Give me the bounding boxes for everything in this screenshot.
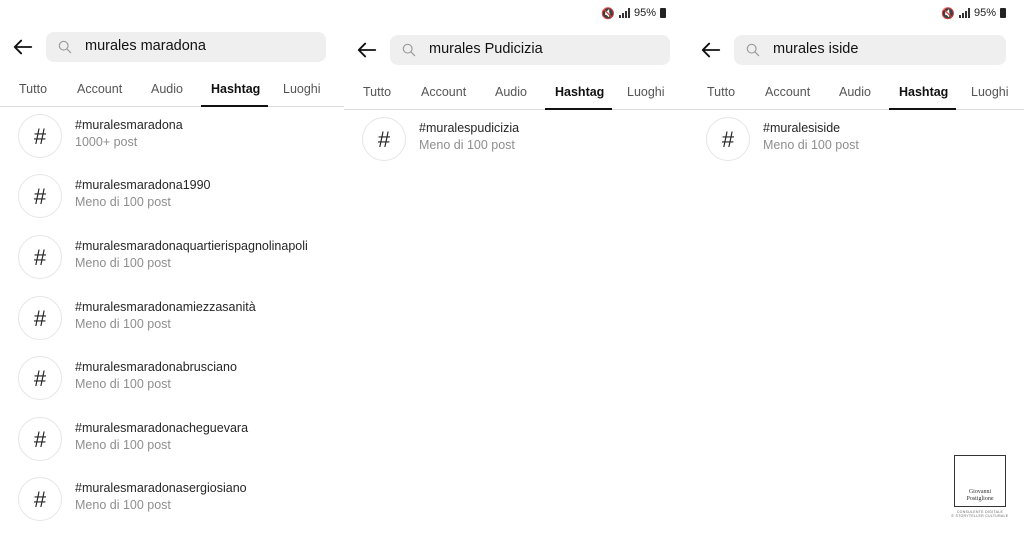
tab-audio[interactable]: Audio xyxy=(839,85,871,99)
post-count: Meno di 100 post xyxy=(75,256,171,270)
search-query: murales maradona xyxy=(85,38,206,54)
status-bar: 🔇 95% xyxy=(601,6,666,20)
tab-audio[interactable]: Audio xyxy=(151,82,183,96)
tab-hashtag[interactable]: Hashtag xyxy=(555,85,604,99)
tab-hashtag[interactable]: Hashtag xyxy=(899,85,948,99)
search-input[interactable]: murales iside xyxy=(734,35,1006,65)
hashtag-name: #muralesmaradonasergiosiano xyxy=(75,481,247,495)
hashtag-icon: # xyxy=(18,417,62,461)
panel-maradona: murales maradona Tutto Account Audio Has… xyxy=(0,0,344,538)
hashtag-result[interactable]: # #muralesmaradonabrusciano Meno di 100 … xyxy=(18,356,334,404)
search-query: murales iside xyxy=(773,41,859,57)
active-tab-indicator xyxy=(201,105,268,107)
hashtag-result[interactable]: # #muralesmaradonacheguevara Meno di 100… xyxy=(18,417,334,465)
post-count: 1000+ post xyxy=(75,135,138,149)
tab-tutto[interactable]: Tutto xyxy=(363,85,391,99)
hashtag-result[interactable]: # #muralesmaradonamiezzasanità Meno di 1… xyxy=(18,296,334,344)
hashtag-name: #muralesmaradona xyxy=(75,118,183,132)
mute-icon: 🔇 xyxy=(601,7,615,20)
battery-icon xyxy=(660,8,666,18)
search-row: murales maradona xyxy=(0,32,344,64)
active-tab-indicator xyxy=(545,108,612,110)
tab-account[interactable]: Account xyxy=(77,82,122,96)
tab-tutto[interactable]: Tutto xyxy=(19,82,47,96)
search-row: murales Pudicizia xyxy=(344,35,688,67)
tab-audio[interactable]: Audio xyxy=(495,85,527,99)
hashtag-result[interactable]: # #muralesmaradonasergiosiano Meno di 10… xyxy=(18,477,334,525)
post-count: Meno di 100 post xyxy=(75,195,171,209)
hashtag-icon: # xyxy=(18,296,62,340)
hashtag-icon: # xyxy=(18,477,62,521)
hashtag-icon: # xyxy=(706,117,750,161)
back-arrow-icon[interactable] xyxy=(12,36,34,58)
tab-luoghi[interactable]: Luoghi xyxy=(971,85,1009,99)
status-bar: 🔇 95% xyxy=(941,6,1006,20)
battery-icon xyxy=(1000,8,1006,18)
hashtag-name: #muralesmaradonacheguevara xyxy=(75,421,249,435)
watermark-name-line2: Postiglione xyxy=(966,496,994,502)
battery-level: 95% xyxy=(633,7,656,19)
post-count: Meno di 100 post xyxy=(75,317,171,331)
post-count: Meno di 100 post xyxy=(763,138,859,152)
hashtag-name: #muralesiside xyxy=(763,121,841,135)
hashtag-icon: # xyxy=(18,174,62,218)
search-icon xyxy=(746,43,760,57)
back-arrow-icon[interactable] xyxy=(356,39,378,61)
tab-bar: Tutto Account Audio Hashtag Luoghi xyxy=(344,81,688,110)
active-tab-indicator xyxy=(889,108,956,110)
watermark-caption-line2: E STORYTELLER CULTURALE xyxy=(951,514,1009,518)
signal-icon xyxy=(618,8,630,18)
mute-icon: 🔇 xyxy=(941,7,955,20)
hashtag-result[interactable]: # #muralesiside Meno di 100 post xyxy=(706,117,1014,165)
tab-bar: Tutto Account Audio Hashtag Luoghi xyxy=(0,78,344,107)
watermark-caption: CONSULENTE DIGITALE E STORYTELLER CULTUR… xyxy=(950,510,1010,518)
tab-account[interactable]: Account xyxy=(421,85,466,99)
search-icon xyxy=(402,43,416,57)
post-count: Meno di 100 post xyxy=(75,377,171,391)
post-count: Meno di 100 post xyxy=(75,438,171,452)
search-query: murales Pudicizia xyxy=(429,41,543,57)
hashtag-result[interactable]: # #muralesmaradonaquartierispagnolinapol… xyxy=(18,235,334,283)
tab-tutto[interactable]: Tutto xyxy=(707,85,735,99)
hashtag-result[interactable]: # #muralespudicizia Meno di 100 post xyxy=(362,117,678,165)
hashtag-name: #muralesmaradona1990 xyxy=(75,178,211,192)
search-row: murales iside xyxy=(688,35,1024,67)
post-count: Meno di 100 post xyxy=(419,138,515,152)
battery-level: 95% xyxy=(973,7,996,19)
hashtag-name: #muralesmaradonaquartierispagnolinapoli xyxy=(75,239,308,253)
hashtag-name: #muralespudicizia xyxy=(419,121,520,135)
hashtag-icon: # xyxy=(18,356,62,400)
hashtag-result[interactable]: # #muralesmaradona1990 Meno di 100 post xyxy=(18,174,334,222)
search-input[interactable]: murales maradona xyxy=(46,32,326,62)
hashtag-name: #muralesmaradonamiezzasanità xyxy=(75,300,256,314)
panel-pudicizia: 🔇 95% murales Pudicizia Tutto Account Au… xyxy=(344,0,688,538)
hashtag-icon: # xyxy=(362,117,406,161)
search-input[interactable]: murales Pudicizia xyxy=(390,35,670,65)
watermark-name-line1: Giovanni xyxy=(968,489,992,495)
search-icon xyxy=(58,40,72,54)
tab-hashtag[interactable]: Hashtag xyxy=(211,82,260,96)
tab-account[interactable]: Account xyxy=(765,85,810,99)
tab-luoghi[interactable]: Luoghi xyxy=(283,82,321,96)
post-count: Meno di 100 post xyxy=(75,498,171,512)
hashtag-name: #muralesmaradonabrusciano xyxy=(75,360,237,374)
tab-bar: Tutto Account Audio Hashtag Luoghi xyxy=(688,81,1024,110)
hashtag-result[interactable]: # #muralesmaradona 1000+ post xyxy=(18,114,334,162)
tab-luoghi[interactable]: Luoghi xyxy=(627,85,665,99)
hashtag-icon: # xyxy=(18,114,62,158)
hashtag-icon: # xyxy=(18,235,62,279)
back-arrow-icon[interactable] xyxy=(700,39,722,61)
signal-icon xyxy=(958,8,970,18)
watermark-logo: Giovanni Postiglione xyxy=(954,455,1006,507)
